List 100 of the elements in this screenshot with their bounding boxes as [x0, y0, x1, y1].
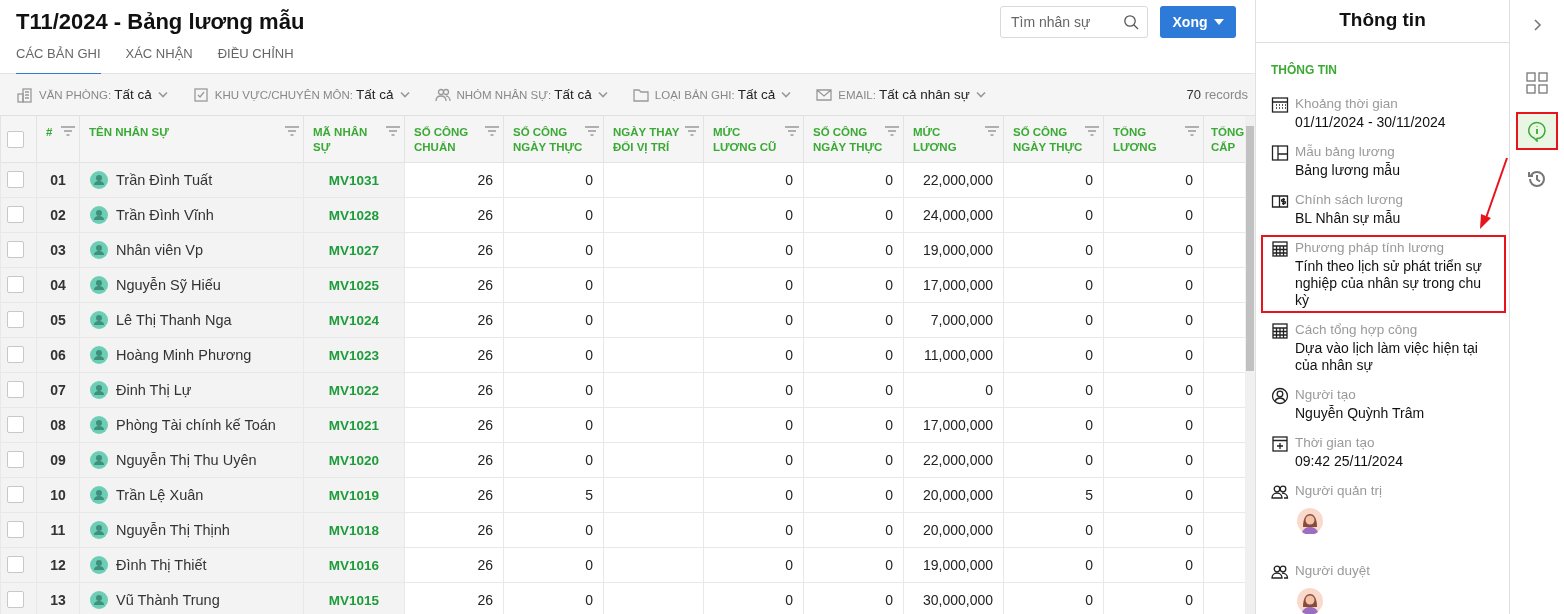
avatar-icon — [1297, 508, 1323, 534]
table-cell: 0 — [1003, 547, 1104, 582]
table-cell: 0 — [1003, 372, 1104, 407]
avatar-icon — [90, 170, 108, 189]
table-cell: 26 — [404, 162, 504, 197]
checkbox[interactable] — [7, 556, 24, 574]
filter-dropdown[interactable]: VĂN PHÒNG: Tất cả — [17, 86, 168, 103]
employee-name: Nhân viên Vp — [116, 241, 204, 258]
filter-icon[interactable] — [61, 126, 75, 136]
table-cell: 0 — [503, 547, 604, 582]
filter-icon[interactable] — [1185, 126, 1199, 136]
table-cell: 0 — [703, 302, 804, 337]
table-cell: 0 — [1103, 512, 1204, 547]
filter-dropdown[interactable]: EMAIL: Tất cả nhân sự — [816, 86, 986, 103]
chevron-down-icon — [597, 91, 608, 98]
employee-name: Phòng Tài chính kế Toán — [116, 416, 276, 433]
table-cell: 26 — [404, 477, 504, 512]
table-cell: 0 — [1003, 232, 1104, 267]
table-cell: 0 — [1103, 337, 1204, 372]
checkbox[interactable] — [7, 346, 24, 364]
column-header: TỔNG CẤP — [1211, 125, 1245, 155]
table-cell: 0 — [503, 267, 604, 302]
table-cell: 0 — [703, 442, 804, 477]
avatar-icon — [90, 415, 108, 434]
filter-icon[interactable] — [685, 126, 699, 136]
employee-name: Nguyễn Sỹ Hiếu — [116, 276, 221, 293]
user-icon — [1271, 387, 1289, 405]
checkbox[interactable] — [7, 451, 24, 469]
checkbox[interactable] — [7, 171, 24, 189]
scrollbar[interactable] — [1245, 116, 1255, 614]
filter-dropdown[interactable]: KHU VỰC/CHUYÊN MÔN: Tất cả — [192, 86, 410, 103]
done-button[interactable]: Xong — [1160, 6, 1236, 38]
checkbox[interactable] — [7, 521, 24, 539]
field-label: Người quản trị — [1295, 482, 1383, 500]
table-cell: 0 — [703, 477, 804, 512]
people-icon — [434, 86, 451, 103]
filter-icon[interactable] — [1085, 126, 1099, 136]
checkbox[interactable] — [7, 206, 24, 224]
row-number: 10 — [36, 477, 80, 512]
column-header: SỐ CÔNG NGÀY THỰC — [1013, 125, 1083, 155]
column-header: # — [46, 125, 54, 140]
section-heading: THÔNG TIN — [1271, 63, 1338, 77]
table-cell: 0 — [803, 442, 904, 477]
field-value: 01/11/2024 - 30/11/2024 — [1295, 114, 1447, 131]
chevron-down-icon — [975, 91, 986, 98]
table-cell: 0 — [503, 372, 604, 407]
table-cell: 0 — [703, 267, 804, 302]
avatar-icon — [90, 275, 108, 294]
table-cell: 0 — [703, 337, 804, 372]
table-cell: 0 — [503, 442, 604, 477]
avatar-icon — [90, 590, 108, 609]
avatar-icon — [90, 240, 108, 259]
table-cell: 7,000,000 — [903, 302, 1004, 337]
table-cell: 26 — [404, 302, 504, 337]
filter-icon[interactable] — [386, 126, 400, 136]
panel-title: Thông tin — [1256, 0, 1509, 43]
table-cell: 0 — [1003, 267, 1104, 302]
sidebar-tab[interactable] — [1516, 112, 1558, 150]
field-value: Tính theo lịch sử phát triển sự nghiệp của nhân sự trong chu kỳ — [1295, 258, 1483, 309]
tab[interactable]: ĐIỀU CHỈNH — [217, 44, 294, 76]
column-header: SỐ CÔNG NGÀY THỰC — [513, 125, 583, 155]
checkbox[interactable] — [7, 130, 24, 148]
tab[interactable]: XÁC NHẬN — [125, 44, 193, 76]
checkbox[interactable] — [7, 416, 24, 434]
table-cell: 0 — [803, 302, 904, 337]
row-number: 07 — [36, 372, 80, 407]
column-header: TÊN NHÂN SỰ — [89, 125, 170, 140]
calculator-icon — [1271, 322, 1289, 340]
table-cell: 0 — [1003, 407, 1104, 442]
field-label: Mẫu bảng lương — [1295, 143, 1396, 161]
filter-icon[interactable] — [785, 126, 799, 136]
table-cell: 0 — [1103, 197, 1204, 232]
table-cell: 17,000,000 — [903, 267, 1004, 302]
checkbox[interactable] — [7, 241, 24, 259]
checkbox[interactable] — [7, 486, 24, 504]
table-cell: 0 — [803, 372, 904, 407]
envelope-icon — [816, 86, 833, 103]
checkbox[interactable] — [7, 311, 24, 329]
filter-icon[interactable] — [285, 126, 299, 136]
checkbox[interactable] — [7, 276, 24, 294]
filter-dropdown[interactable]: LOẠI BẢN GHI: Tất cả — [632, 86, 792, 103]
filter-icon[interactable] — [885, 126, 899, 136]
filter-icon[interactable] — [485, 126, 499, 136]
column-header: SỐ CÔNG CHUẨN — [414, 125, 470, 155]
table-cell: 0 — [1103, 232, 1204, 267]
table-cell: 0 — [503, 197, 604, 232]
table-cell: 5 — [503, 477, 604, 512]
filter-icon[interactable] — [585, 126, 599, 136]
filter-dropdown[interactable]: NHÓM NHÂN SỰ: Tất cả — [434, 86, 608, 103]
field-value: BL Nhân sự mẫu — [1295, 210, 1402, 227]
checkbox[interactable] — [7, 381, 24, 399]
building-icon — [17, 86, 33, 103]
table-cell: 0 — [803, 337, 904, 372]
column-header: SỐ CÔNG NGÀY THỰC — [813, 125, 883, 155]
search-field[interactable]: Tìm nhân sự — [1000, 6, 1148, 38]
filter-icon[interactable] — [985, 126, 999, 136]
table-cell: 19,000,000 — [903, 547, 1004, 582]
checkbox[interactable] — [7, 591, 24, 609]
table-cell: 0 — [703, 407, 804, 442]
table-cell: 0 — [1103, 302, 1204, 337]
